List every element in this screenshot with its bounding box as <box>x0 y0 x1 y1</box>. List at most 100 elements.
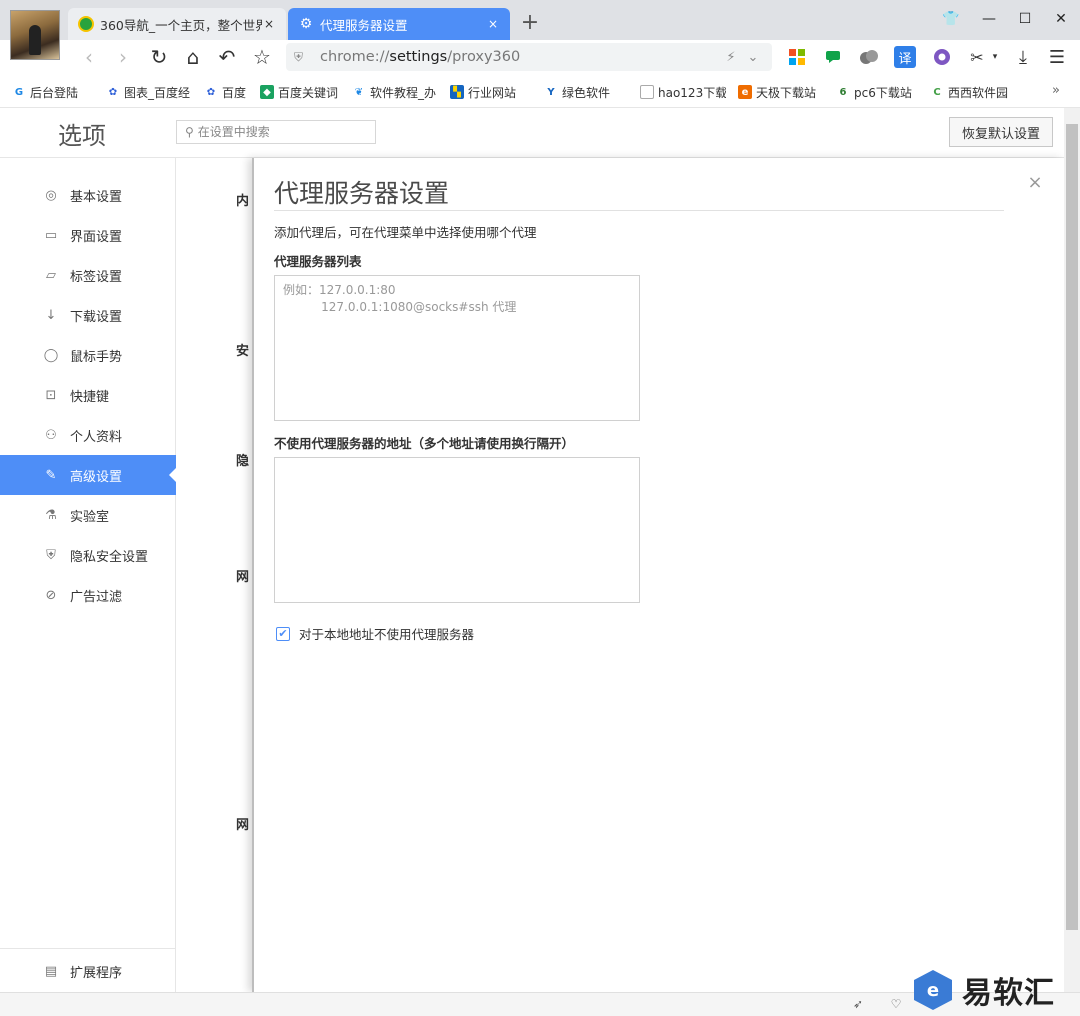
sidebar-item-tabs[interactable]: ▱ 标签设置 <box>0 255 176 295</box>
sidebar-item-advanced[interactable]: ✎ 高级设置 <box>0 455 176 495</box>
maximize-button[interactable]: ☐ <box>1010 8 1040 30</box>
sidebar-footer: ▤ 扩展程序 <box>0 948 176 992</box>
tab-close-icon[interactable]: × <box>262 17 276 31</box>
sidebar-item-download[interactable]: ↓ 下载设置 <box>0 295 176 335</box>
bookmark-item[interactable]: G 后台登陆 <box>12 83 92 101</box>
scissors-icon[interactable]: ✂ <box>966 46 988 68</box>
chat-icon[interactable] <box>822 46 844 68</box>
local-bypass-checkbox[interactable]: ✔ <box>276 626 290 641</box>
undo-close-button[interactable]: ↶ <box>214 44 240 70</box>
section-label: 安 <box>236 344 250 359</box>
avatar[interactable] <box>10 10 60 60</box>
forward-button[interactable]: › <box>110 44 136 70</box>
menu-icon[interactable]: ☰ <box>1046 46 1068 68</box>
apps-grid-icon[interactable] <box>786 46 808 68</box>
home-button[interactable]: ⌂ <box>180 44 206 70</box>
minimize-button[interactable]: — <box>974 8 1004 30</box>
close-window-button[interactable]: ✕ <box>1046 8 1076 30</box>
tab-label: 360导航_一个主页，整个世界 <box>100 17 262 33</box>
settings-page: 选项 ⚲ 恢复默认设置 ◎基本设置 ▭界面设置 ▱标签设置 ↓下载设置 ◯鼠标手… <box>0 108 1080 992</box>
heart-pulse-icon[interactable]: ♡ <box>888 997 904 1013</box>
dialog-description: 添加代理后，可在代理菜单中选择使用哪个代理 <box>274 225 537 240</box>
translate-icon[interactable]: 译 <box>894 46 916 68</box>
bookmark-item[interactable]: 6 pc6下载站 <box>836 83 916 101</box>
tab-icon: ▱ <box>46 267 56 283</box>
baidu-paw-icon: ✿ <box>108 86 118 98</box>
bookmark-item[interactable]: ◆ 百度关键词 <box>260 83 342 101</box>
chevron-down-icon[interactable]: ⌄ <box>742 50 764 65</box>
bookmark-item[interactable]: ✿ 图表_百度经 <box>106 83 194 101</box>
window-icon: ▭ <box>44 227 58 243</box>
sidebar-item-interface[interactable]: ▭ 界面设置 <box>0 215 176 255</box>
bookmark-item[interactable]: C 西西软件园 <box>930 83 1016 101</box>
address-url[interactable]: chrome://settings/proxy360 <box>320 49 720 65</box>
download-icon[interactable]: ⤓ <box>1012 46 1034 68</box>
bypass-list-input[interactable] <box>274 457 640 603</box>
e-logo-icon: e <box>738 85 752 99</box>
address-bar[interactable]: ⛨ chrome://settings/proxy360 ⚡ ⌄ <box>286 43 772 71</box>
watermark-badge-icon: e <box>914 970 952 1010</box>
sidebar-item-mouse-gestures[interactable]: ◯ 鼠标手势 <box>0 335 176 375</box>
bookmarks-bar: G 后台登陆 ✿ 图表_百度经 ✿ 百度 ◆ 百度关键词 ❦ 软件教程_办 ▚ 行业网站 Y… <box>0 74 1080 108</box>
block-icon: ⊘ <box>45 587 57 603</box>
reset-defaults-button[interactable]: 恢复默认设置 <box>949 117 1053 147</box>
lightning-icon[interactable]: ⚡ <box>720 50 742 65</box>
tab-360-navigation[interactable]: 360导航_一个主页，整个世界 × <box>68 8 286 40</box>
shield-icon: ⛨ <box>46 547 56 563</box>
tab-close-icon[interactable]: × <box>486 17 500 31</box>
settings-header: 选项 ⚲ 恢复默认设置 <box>0 108 1064 158</box>
cloud-icon[interactable] <box>858 46 880 68</box>
flower-icon[interactable] <box>931 46 953 68</box>
settings-search[interactable]: ⚲ <box>176 120 376 144</box>
tab-proxy-settings[interactable]: ⚙ 代理服务器设置 × <box>288 8 510 40</box>
back-button[interactable]: ‹ <box>76 44 102 70</box>
six-logo-icon: 6 <box>839 86 847 98</box>
section-label: 内 <box>236 194 250 209</box>
chevron-down-icon[interactable]: ▾ <box>988 46 1002 68</box>
360-logo-icon <box>78 16 94 32</box>
user-icon: ⚇ <box>45 427 57 443</box>
bookmark-star-button[interactable]: ☆ <box>249 44 275 70</box>
page-scrollbar[interactable] <box>1064 108 1080 992</box>
extension-icon: ▤ <box>44 963 58 979</box>
sidebar-item-profile[interactable]: ⚇ 个人资料 <box>0 415 176 455</box>
bookmark-item[interactable]: ❦ 软件教程_办 <box>352 83 438 101</box>
c-logo-icon: C <box>933 86 941 98</box>
rocket-icon[interactable]: ➶ <box>850 997 866 1013</box>
keyboard-icon: ⊡ <box>45 387 57 403</box>
sidebar-item-lab[interactable]: ⚗ 实验室 <box>0 495 176 535</box>
search-input[interactable] <box>197 125 368 139</box>
new-tab-button[interactable]: + <box>518 10 542 36</box>
bookmark-item[interactable]: e 天极下载站 <box>738 83 822 101</box>
browser-toolbar: ‹ › ↻ ⌂ ↶ ☆ ⛨ chrome://settings/proxy360… <box>0 40 1080 74</box>
reload-button[interactable]: ↻ <box>146 44 172 70</box>
gear-icon: ⚙ <box>299 16 313 32</box>
sidebar-item-extensions[interactable]: ▤ 扩展程序 <box>0 951 176 991</box>
sidebar-item-shortcuts[interactable]: ⊡ 快捷键 <box>0 375 176 415</box>
section-label: 隐 <box>236 454 250 469</box>
settings-sidebar: ◎ 基本设置 ▭ 界面设置 ▱ 标签设置 ↓ 下载设置 ◯ 鼠标手势 ⊡ 快捷键 ⚇ 个人资料… <box>0 158 176 992</box>
skin-icon[interactable]: 👕 <box>936 8 966 30</box>
y-logo-icon: Y <box>547 86 555 98</box>
bookmark-item[interactable]: Y 绿色软件 <box>544 83 624 101</box>
local-bypass-option[interactable]: ✔ 对于本地地址不使用代理服务器 <box>276 624 474 643</box>
proxy-list-label: 代理服务器列表 <box>274 254 362 269</box>
bookmark-item[interactable]: ✿ 百度 <box>204 83 254 101</box>
bookmarks-more-icon[interactable]: » <box>1052 83 1060 98</box>
dialog-title: 代理服务器设置 <box>274 179 450 208</box>
shield-icon: ⛨ <box>294 49 304 64</box>
download-icon: ↓ <box>45 307 57 323</box>
bypass-list-label: 不使用代理服务器的地址（多个地址请使用换行隔开） <box>274 436 575 451</box>
cube-icon: ◆ <box>260 85 274 99</box>
local-bypass-label: 对于本地地址不使用代理服务器 <box>299 627 475 642</box>
bookmark-item[interactable]: ▚ 行业网站 <box>450 83 530 101</box>
sidebar-item-basic[interactable]: ◎ 基本设置 <box>0 175 176 215</box>
scrollbar-thumb[interactable] <box>1066 124 1078 930</box>
sidebar-item-adblock[interactable]: ⊘ 广告过滤 <box>0 575 176 615</box>
close-icon[interactable]: × <box>1026 172 1044 193</box>
bookmark-item[interactable]: hao123下载 <box>640 83 726 101</box>
proxy-settings-dialog: 代理服务器设置 × 添加代理后，可在代理菜单中选择使用哪个代理 代理服务器列表 … <box>252 158 1064 992</box>
proxy-list-input[interactable] <box>274 275 640 421</box>
sidebar-item-privacy[interactable]: ⛨ 隐私安全设置 <box>0 535 176 575</box>
divider <box>274 210 1004 211</box>
